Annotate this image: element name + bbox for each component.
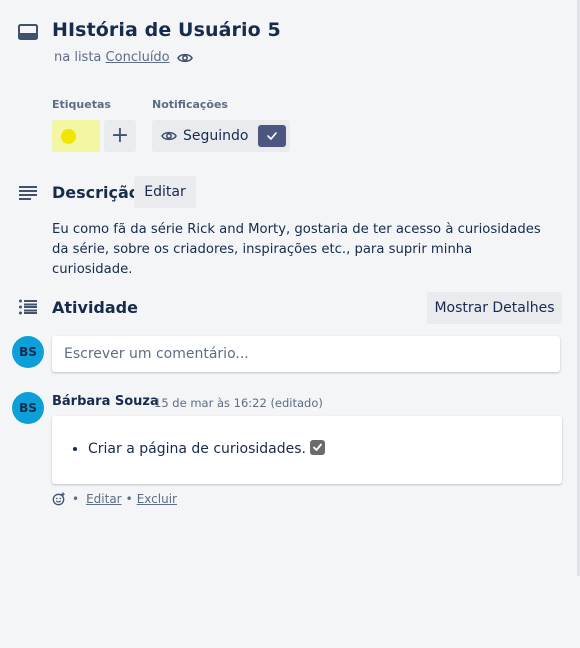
comment-timestamp[interactable]: 15 de mar às 16:22 (editado) [154, 396, 323, 410]
label-color-dot [61, 129, 76, 144]
list-item: Criar a página de curiosidades. [88, 440, 326, 457]
eye-icon [161, 129, 177, 143]
description-text[interactable]: Eu como fã da série Rick and Morty, gost… [52, 220, 542, 280]
check-icon [310, 440, 326, 455]
list-location: na lista Concluído [54, 50, 170, 65]
card-icon [17, 23, 39, 41]
list-link[interactable]: Concluído [106, 50, 170, 65]
notifications-heading: Notificações [152, 98, 228, 111]
activity-heading: Atividade [52, 298, 138, 317]
card-title[interactable]: HIstória de Usuário 5 [52, 19, 281, 41]
comment-input[interactable] [52, 336, 560, 372]
list-prefix: na lista [54, 50, 102, 65]
follow-button[interactable]: Seguindo [152, 120, 290, 152]
check-icon [258, 125, 286, 147]
edit-description-button[interactable]: Editar [134, 176, 196, 208]
separator: • [72, 492, 80, 506]
comment-bullet-text: Criar a página de curiosidades. [88, 441, 307, 457]
add-reaction-icon[interactable] [52, 492, 66, 506]
avatar[interactable]: BS [12, 336, 44, 368]
edit-comment-link[interactable]: Editar [86, 492, 122, 506]
add-label-button[interactable]: + [104, 120, 136, 152]
description-icon [18, 185, 38, 201]
separator: • [125, 492, 133, 506]
comment-list: Criar a página de curiosidades. [52, 440, 326, 457]
label-yellow[interactable] [52, 120, 100, 152]
comment-author[interactable]: Bárbara Souza [52, 394, 159, 409]
labels-heading: Etiquetas [52, 98, 111, 111]
comment-actions: • Editar • Excluir [52, 492, 177, 506]
comment-body: Criar a página de curiosidades. [52, 416, 562, 484]
description-heading: Descrição [52, 183, 140, 202]
show-details-button[interactable]: Mostrar Detalhes [427, 292, 562, 324]
activity-icon [18, 299, 38, 315]
avatar[interactable]: BS [12, 392, 44, 424]
eye-icon [177, 51, 193, 65]
delete-comment-link[interactable]: Excluir [137, 492, 177, 506]
follow-label: Seguindo [183, 128, 249, 144]
